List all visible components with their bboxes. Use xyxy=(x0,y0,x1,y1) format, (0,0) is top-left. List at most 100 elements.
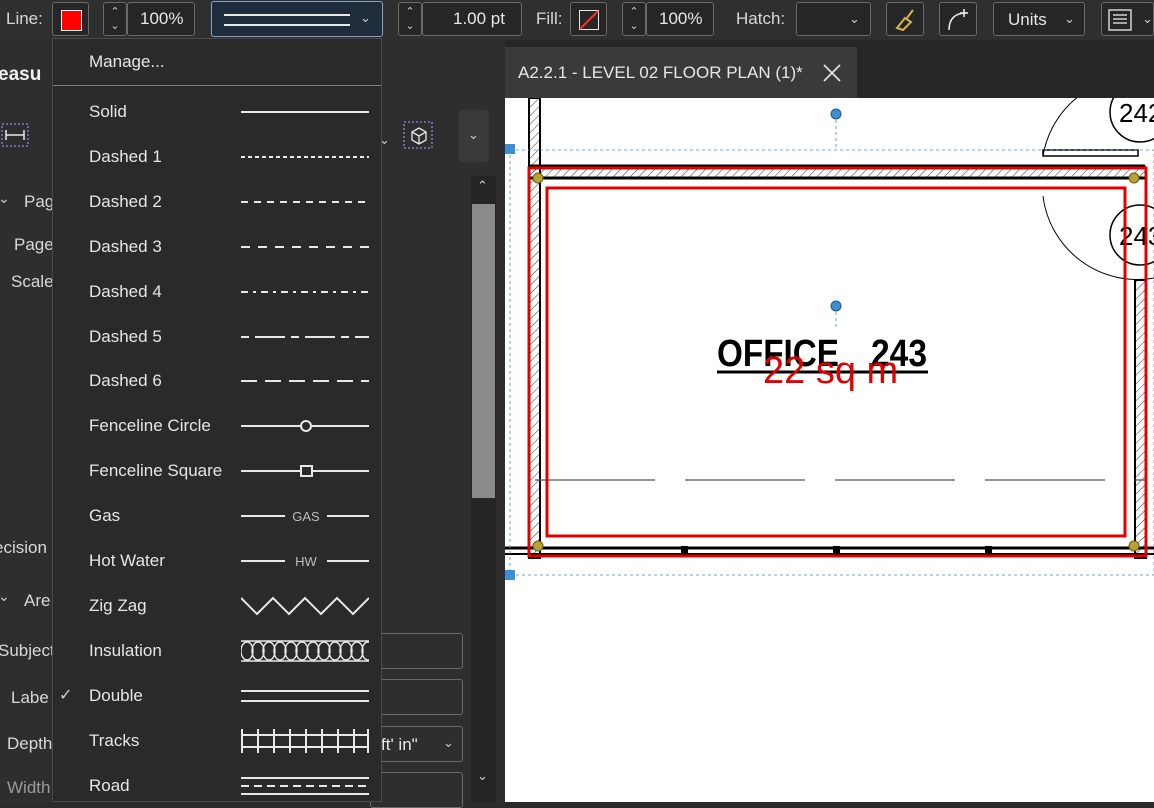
line-style-label: Tracks xyxy=(89,730,140,750)
line-style-label: Fenceline Circle xyxy=(89,416,211,436)
line-style-preview-icon xyxy=(241,111,369,113)
line-style-preview-icon: HW xyxy=(241,554,369,569)
label-handle[interactable] xyxy=(830,300,842,312)
line-style-label: Dashed 3 xyxy=(89,236,162,256)
line-style-item-dashed-1[interactable]: Dashed 1 xyxy=(53,135,381,179)
fill-opacity-value: 100% xyxy=(659,9,703,28)
label-field[interactable] xyxy=(370,679,463,715)
line-opacity-value: 100% xyxy=(140,9,184,28)
chevron-down-icon: ⌄ xyxy=(443,735,454,750)
depth-label: Depth xyxy=(7,734,53,753)
line-opacity-spinner[interactable]: ⌃ ⌄ xyxy=(103,2,127,36)
svg-text:GAS: GAS xyxy=(292,509,320,524)
page-section-label: Pag xyxy=(24,192,55,211)
add-vertex-icon xyxy=(948,9,968,31)
line-style-preview-icon xyxy=(241,380,369,383)
fill-opacity-spinner[interactable]: ⌃ ⌄ xyxy=(622,2,646,36)
depth-unit-dropdown[interactable]: ft' in" ⌄ xyxy=(370,726,463,762)
width-field[interactable] xyxy=(370,772,463,808)
measure-length-icon[interactable] xyxy=(0,120,32,150)
vertex-handle[interactable] xyxy=(1128,540,1140,552)
text-align-dropdown[interactable]: ⌄ xyxy=(1101,2,1154,36)
fill-color-button[interactable] xyxy=(570,2,607,36)
rotation-handle[interactable] xyxy=(830,108,842,120)
hatch-dropdown[interactable]: ⌄ xyxy=(796,2,871,36)
vertex-handle[interactable] xyxy=(1128,172,1140,184)
room-tag-top: 242 xyxy=(1119,98,1154,128)
line-style-label: Hot Water xyxy=(89,551,165,570)
document-tab[interactable]: A2.2.1 - LEVEL 02 FLOOR PLAN (1)* xyxy=(505,47,857,98)
line-style-item-dashed-6[interactable]: Dashed 6 xyxy=(53,359,381,403)
line-style-item-zig-zag[interactable]: Zig Zag xyxy=(53,584,381,628)
precision-label: ecision xyxy=(0,538,47,557)
line-style-item-fenceline-square[interactable]: Fenceline Square xyxy=(53,449,381,493)
svg-text:HW: HW xyxy=(295,554,317,569)
vertex-handle[interactable] xyxy=(532,172,544,184)
scrollbar-thumb[interactable] xyxy=(472,204,495,498)
more-tools-button[interactable]: ⌄ xyxy=(459,110,489,162)
line-style-item-solid[interactable]: Solid xyxy=(53,90,381,134)
line-style-item-road[interactable]: Road xyxy=(53,764,381,808)
chevron-down-icon: ⌄ xyxy=(360,10,371,25)
page-label: Page xyxy=(14,235,54,254)
line-style-label: Zig Zag xyxy=(89,595,147,615)
units-label: Units xyxy=(1008,10,1047,29)
resize-handle[interactable] xyxy=(505,570,515,580)
line-style-preview-icon xyxy=(241,465,369,478)
line-style-preview-icon xyxy=(241,245,369,248)
line-style-item-dashed-2[interactable]: Dashed 2 xyxy=(53,180,381,224)
collapse-arrow-icon[interactable]: ⌄ xyxy=(0,588,10,605)
subject-field[interactable] xyxy=(370,633,463,669)
drawing-canvas[interactable]: 242 243 OFFICE 243 22 sq m xyxy=(505,98,1154,802)
checkmark-icon: ✓ xyxy=(59,686,73,704)
line-style-item-fenceline-circle[interactable]: Fenceline Circle xyxy=(53,404,381,448)
subject-label: Subject xyxy=(0,641,55,660)
panel-scrollbar[interactable]: ⌃ ⌄ xyxy=(471,176,496,802)
width-label: Width xyxy=(7,778,51,797)
line-style-item-dashed-4[interactable]: Dashed 4 xyxy=(53,270,381,314)
line-style-menu: Manage... Solid Dashed 1 Dashed 2 Dashed 3 D… xyxy=(52,38,382,802)
hatch-label: Hatch: xyxy=(736,9,786,28)
panel-title: easu xyxy=(0,64,42,85)
line-color-button[interactable] xyxy=(52,2,89,36)
line-style-item-insulation[interactable]: Insulation xyxy=(53,629,381,673)
line-label: Line: xyxy=(6,9,43,28)
units-dropdown[interactable]: Units ⌄ xyxy=(993,2,1085,36)
chevron-down-icon: ⌄ xyxy=(1064,11,1075,26)
line-style-label: Fenceline Square xyxy=(89,461,223,481)
line-style-item-dashed-5[interactable]: Dashed 5 xyxy=(53,315,381,359)
line-style-preview-icon xyxy=(241,776,369,795)
manage-label: Manage... xyxy=(89,52,165,71)
line-style-label: Gas xyxy=(89,506,121,526)
add-vertex-button[interactable] xyxy=(939,2,977,36)
format-painter-button[interactable] xyxy=(886,2,924,36)
line-width-spinner[interactable]: ⌃ ⌄ xyxy=(398,2,422,36)
document-tab-title: A2.2.1 - LEVEL 02 FLOOR PLAN (1)* xyxy=(518,63,803,82)
depth-unit-value: ft' in" xyxy=(381,735,418,754)
line-style-item-hot-water[interactable]: Hot Water HW xyxy=(53,539,381,583)
collapse-arrow-icon[interactable]: ⌄ xyxy=(0,190,10,207)
resize-handle[interactable] xyxy=(505,144,515,154)
line-style-preview-icon: GAS xyxy=(241,509,369,524)
line-style-dropdown[interactable]: ⌄ xyxy=(211,1,383,37)
close-icon[interactable] xyxy=(823,64,841,82)
manage-line-styles-item[interactable]: Manage... xyxy=(53,41,381,85)
scroll-up-icon[interactable]: ⌃ xyxy=(477,178,488,194)
scroll-down-icon[interactable]: ⌄ xyxy=(477,768,488,784)
line-style-item-dashed-3[interactable]: Dashed 3 xyxy=(53,225,381,269)
vertex-handle[interactable] xyxy=(532,540,544,552)
line-style-item-double[interactable]: ✓ Double xyxy=(53,674,381,718)
format-painter-icon xyxy=(895,9,914,32)
chevron-down-icon: ⌄ xyxy=(468,127,479,142)
label-label: Labe xyxy=(11,688,49,707)
line-style-label: Dashed 5 xyxy=(89,326,162,346)
line-style-preview-icon xyxy=(241,335,369,338)
line-style-label: Dashed 4 xyxy=(89,281,162,301)
no-fill-icon xyxy=(579,10,599,30)
chevron-down-icon: ⌄ xyxy=(849,11,860,26)
line-style-item-tracks[interactable]: Tracks xyxy=(53,719,381,763)
line-style-preview-icon xyxy=(241,290,369,293)
line-style-item-gas[interactable]: Gas GAS xyxy=(53,494,381,538)
line-style-label: Road xyxy=(89,775,130,795)
measure-volume-icon[interactable] xyxy=(402,120,436,152)
